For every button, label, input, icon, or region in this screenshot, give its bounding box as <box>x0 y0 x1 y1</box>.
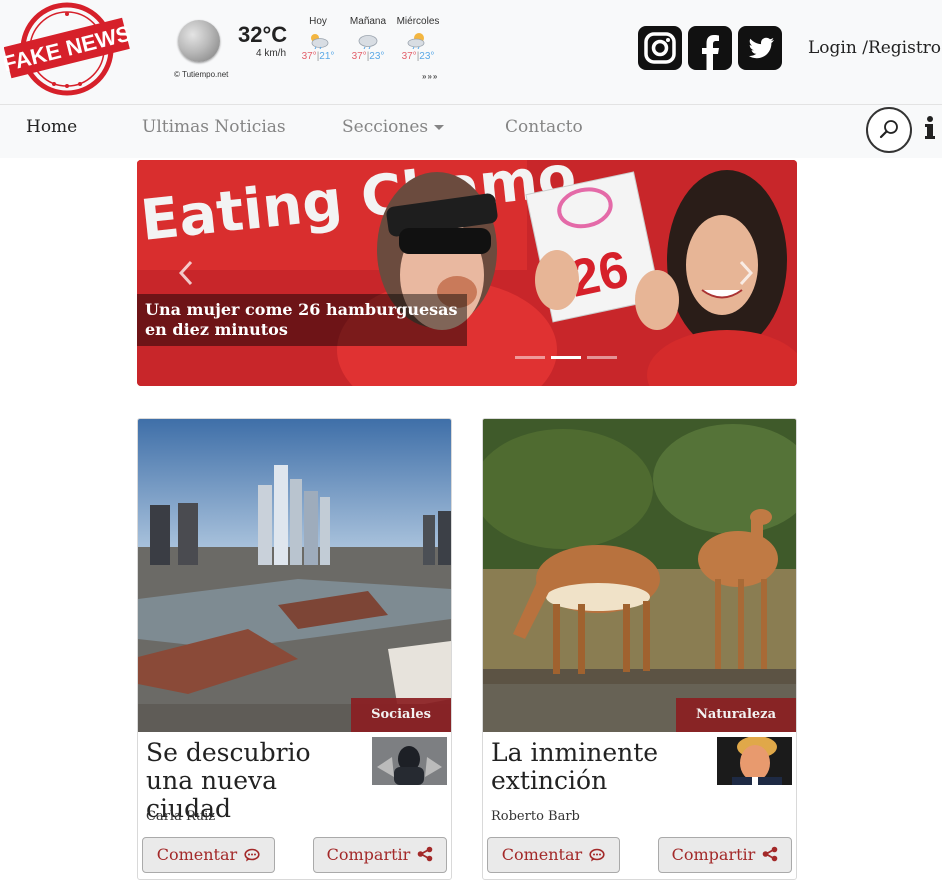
forecast-today: Hoy 37°|21° <box>301 16 335 62</box>
forecast-low: 23° <box>369 51 385 62</box>
sun-cloud-icon <box>407 33 425 49</box>
share-button[interactable]: Compartir <box>658 837 792 873</box>
comment-button[interactable]: Comentar <box>487 837 620 873</box>
search-button[interactable] <box>866 107 912 153</box>
instagram-icon[interactable] <box>638 26 682 70</box>
nav-secciones[interactable]: Secciones <box>342 117 445 137</box>
card-author[interactable]: Roberto Barb <box>491 809 580 824</box>
news-carousel[interactable]: Eating Chamo 26 Una mujer come 26 hambur… <box>137 160 797 386</box>
carousel-indicator[interactable] <box>587 356 617 359</box>
info-icon[interactable] <box>924 115 936 147</box>
carousel-next-icon[interactable] <box>739 260 753 286</box>
author-thumbnail[interactable] <box>717 737 792 785</box>
weather-more-link[interactable]: »»» <box>422 72 438 81</box>
register-link[interactable]: Registro <box>868 38 941 58</box>
forecast-tomorrow: Mañana 37°|23° <box>349 16 387 62</box>
forecast-day-label: Hoy <box>309 16 327 27</box>
forecast-low: 23° <box>419 51 435 62</box>
weather-credit[interactable]: © Tutiempo.net <box>174 70 228 79</box>
comment-icon <box>589 848 605 862</box>
cloudy-icon <box>358 35 378 49</box>
comment-button[interactable]: Comentar <box>142 837 275 873</box>
news-card: Sociales Se descubrio una nueva ciudad C… <box>137 418 452 880</box>
forecast-day-after: Miércoles 37°|23° <box>396 16 440 62</box>
news-card: Naturaleza La inminente extinción Robert… <box>482 418 797 880</box>
forecast-low: 21° <box>319 51 335 62</box>
weather-widget[interactable]: © Tutiempo.net 32°C 4 km/h Hoy 37°|21° M… <box>172 12 462 90</box>
forecast-day-label: Mañana <box>349 16 387 27</box>
moon-icon <box>178 20 220 62</box>
forecast-high: 37° <box>301 51 317 62</box>
card-image-impalas[interactable]: Naturaleza <box>483 419 796 732</box>
caret-down-icon <box>434 125 445 130</box>
section-badge[interactable]: Naturaleza <box>675 698 796 732</box>
carousel-indicator[interactable] <box>515 356 545 359</box>
share-icon <box>418 846 433 862</box>
site-header: FAKE NEWS © Tutiempo.net 32°C 4 km/h Hoy… <box>0 0 942 104</box>
forecast-day-label: Miércoles <box>396 16 440 27</box>
card-author[interactable]: Carla Ruiz <box>146 809 215 824</box>
login-link[interactable]: Login <box>808 38 857 58</box>
forecast-high: 37° <box>351 51 367 62</box>
carousel-indicator-active[interactable] <box>551 356 581 359</box>
comment-icon <box>244 848 260 862</box>
carousel-slide-image: Eating Chamo 26 <box>137 160 797 386</box>
wind-speed: 4 km/h <box>256 48 287 59</box>
carousel-caption[interactable]: Una mujer come 26 hamburguesas en diez m… <box>137 294 467 346</box>
card-title[interactable]: La inminente extinción <box>491 739 706 795</box>
section-badge[interactable]: Sociales <box>351 698 451 732</box>
card-image-city[interactable]: Sociales <box>138 419 451 732</box>
logo-text: FAKE NEWS <box>4 21 130 77</box>
share-icon <box>763 846 778 862</box>
search-icon <box>879 120 898 139</box>
current-temperature: 32°C <box>238 22 288 47</box>
site-logo[interactable]: FAKE NEWS <box>0 0 133 98</box>
share-button[interactable]: Compartir <box>313 837 447 873</box>
author-thumbnail[interactable] <box>372 737 447 785</box>
twitter-icon[interactable] <box>738 26 782 70</box>
partly-cloudy-icon <box>311 34 329 49</box>
forecast-high: 37° <box>401 51 417 62</box>
facebook-icon[interactable] <box>688 26 732 70</box>
nav-contacto[interactable]: Contacto <box>505 117 583 137</box>
main-navbar: Home Ultimas Noticias Secciones Contacto <box>0 104 942 158</box>
carousel-indicators <box>515 356 635 360</box>
nav-home[interactable]: Home <box>26 117 77 137</box>
carousel-prev-icon[interactable] <box>179 260 193 286</box>
account-links: Login /Registro <box>808 38 942 58</box>
nav-ultimas-noticias[interactable]: Ultimas Noticias <box>142 117 286 137</box>
carousel-caption-text: Una mujer come 26 hamburguesas en diez m… <box>145 300 458 339</box>
